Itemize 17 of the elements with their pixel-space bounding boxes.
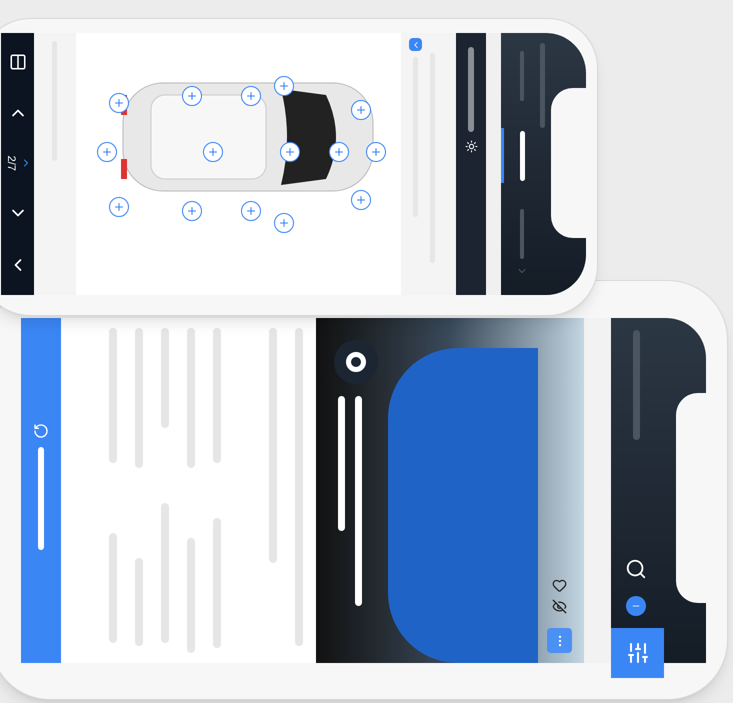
- page-counter: 2/7: [4, 155, 18, 171]
- placeholder-bar: [520, 51, 524, 101]
- sliders-icon: [626, 641, 650, 665]
- settings-button[interactable]: [611, 628, 664, 678]
- sun-icon[interactable]: [464, 140, 478, 153]
- more-button[interactable]: [547, 628, 572, 653]
- layout-icon[interactable]: [8, 52, 26, 71]
- heart-icon[interactable]: [552, 578, 567, 593]
- placeholder-bar: [520, 209, 524, 259]
- minus-icon[interactable]: [626, 596, 646, 616]
- back-button[interactable]: [409, 38, 422, 51]
- placeholder-bar: [520, 131, 524, 181]
- refresh-icon[interactable]: [33, 423, 49, 439]
- search-icon[interactable]: [625, 558, 647, 580]
- eye-off-icon[interactable]: [552, 599, 567, 614]
- logo-icon: [334, 340, 378, 384]
- plus-icon[interactable]: [274, 76, 294, 96]
